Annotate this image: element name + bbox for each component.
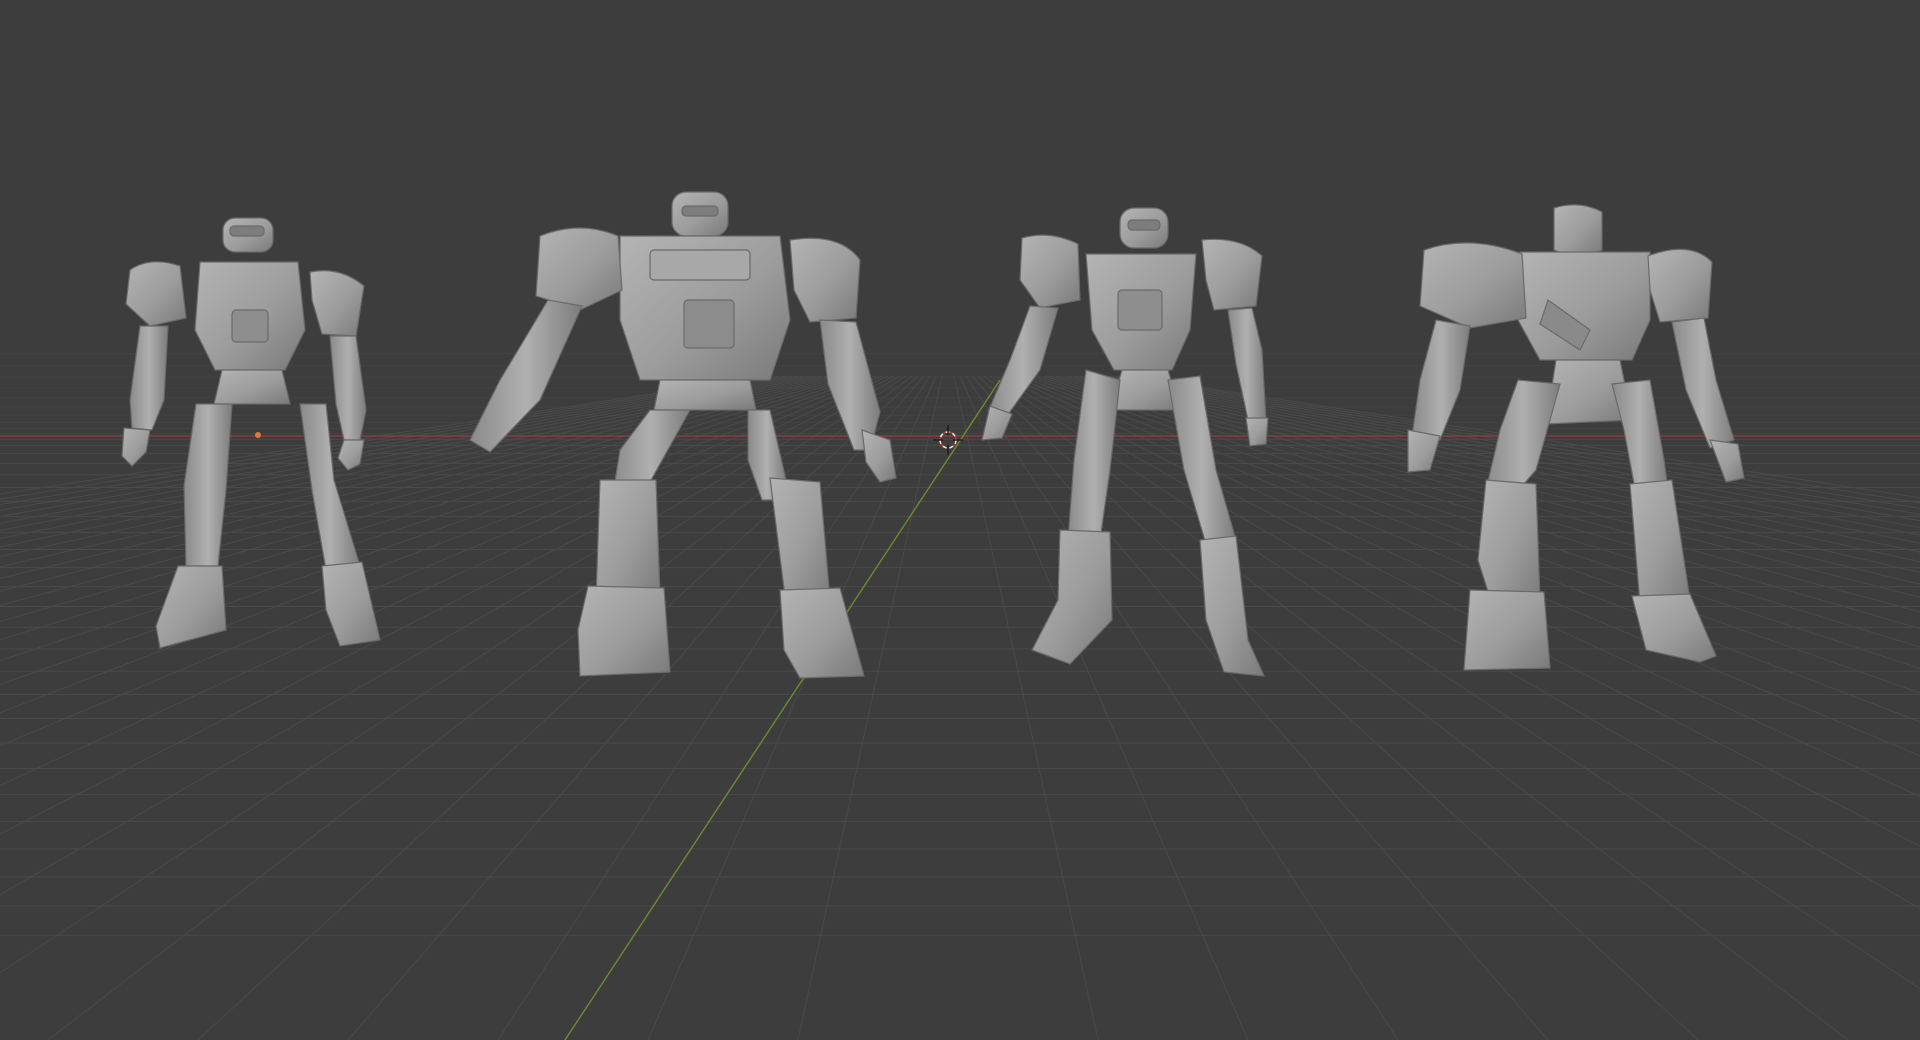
grid-line: [0, 375, 829, 568]
viewport-canvas[interactable]: [0, 0, 1920, 1040]
grid-line: [0, 375, 853, 623]
grid-line: [1007, 375, 1920, 798]
origin-marker: [255, 432, 261, 438]
grid-line: [0, 375, 859, 641]
grid-line: [0, 375, 835, 579]
grid-line: [797, 375, 943, 1040]
grid-line: [1019, 375, 1920, 723]
grid-line: [0, 375, 883, 747]
grid-line: [197, 375, 919, 1040]
3d-viewport[interactable]: [0, 0, 1920, 1040]
grid-line: [0, 375, 775, 500]
robot-mesh-4[interactable]: [1407, 204, 1745, 671]
grid-line: [0, 375, 865, 662]
grid-line: [989, 375, 1920, 990]
grid-line: [1049, 375, 1920, 613]
grid-line: [1037, 375, 1920, 648]
grid-line: [0, 375, 877, 714]
grid-line: [971, 375, 1549, 1040]
grid-line: [1013, 375, 1920, 757]
3d-cursor-icon[interactable]: [933, 425, 963, 455]
grid-line: [1043, 375, 1920, 629]
grid-line: [1031, 375, 1920, 670]
grid-line: [995, 375, 1920, 910]
robot-mesh-3[interactable]: [981, 207, 1269, 677]
